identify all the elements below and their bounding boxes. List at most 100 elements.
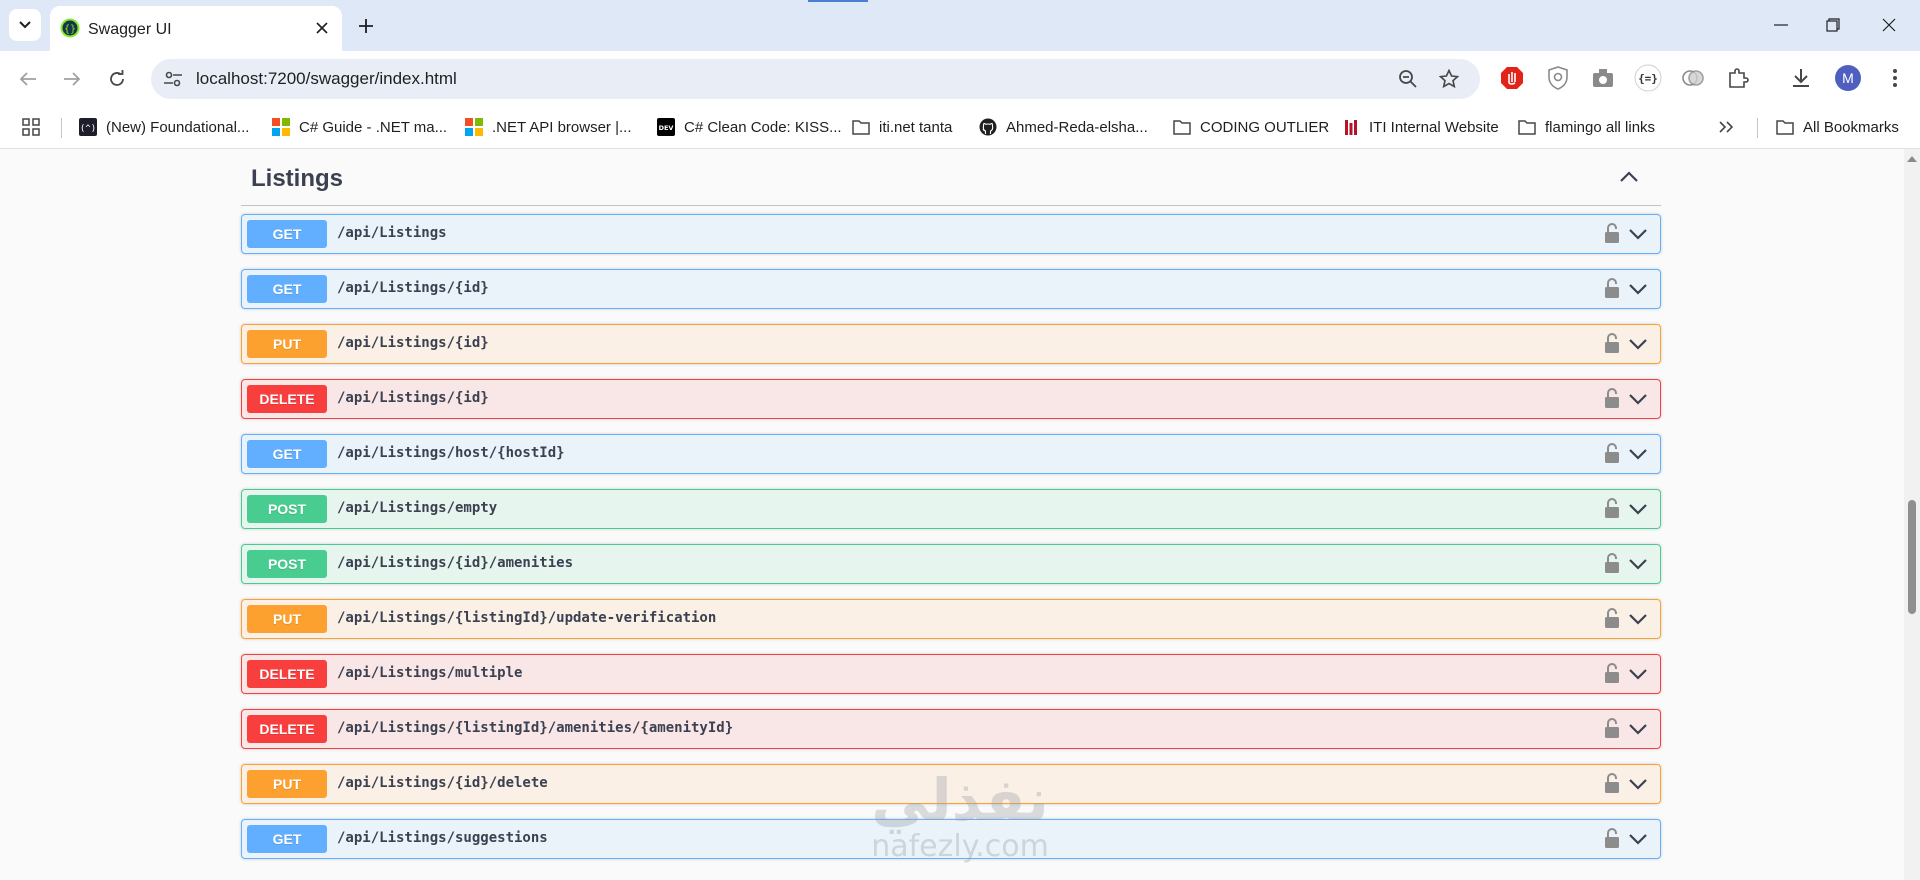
lock-icon[interactable]: [1604, 772, 1620, 794]
url-text: localhost:7200/swagger/index.html: [196, 69, 457, 88]
operation-row-get[interactable]: GET/api/Listings/host/{hostId}: [241, 434, 1661, 474]
chevron-up-icon[interactable]: [1619, 169, 1639, 183]
profile-avatar[interactable]: M: [1835, 65, 1861, 91]
forward-button[interactable]: [56, 63, 88, 95]
address-bar[interactable]: localhost:7200/swagger/index.html: [151, 59, 1480, 99]
operation-path: /api/Listings/host/{hostId}: [337, 445, 565, 461]
chevron-down-icon[interactable]: [1628, 667, 1648, 681]
extension-json-button[interactable]: {=}: [1633, 63, 1663, 93]
chevron-down-icon[interactable]: [1628, 227, 1648, 241]
lock-icon[interactable]: [1604, 717, 1620, 739]
bookmarks-overflow-button[interactable]: [1718, 116, 1734, 138]
operation-row-get[interactable]: GET/api/Listings: [241, 214, 1661, 254]
swagger-favicon-icon: {}: [60, 18, 80, 38]
operation-row-put[interactable]: PUT/api/Listings/{listingId}/update-veri…: [241, 599, 1661, 639]
github-icon: [979, 118, 997, 136]
operation-path: /api/Listings/multiple: [337, 665, 523, 681]
operation-path: /api/Listings/{id}: [337, 280, 489, 296]
bookmark-item[interactable]: .NET API browser |...: [465, 116, 632, 138]
back-button[interactable]: [12, 63, 44, 95]
bookmark-item[interactable]: (^) (New) Foundational...: [79, 116, 249, 138]
chevron-down-icon[interactable]: [1628, 612, 1648, 626]
chevron-down-icon[interactable]: [1628, 832, 1648, 846]
reload-button[interactable]: [101, 63, 133, 95]
method-badge: POST: [247, 495, 327, 523]
lock-icon[interactable]: [1604, 827, 1620, 849]
bookmark-folder[interactable]: flamingo all links: [1518, 116, 1655, 138]
bookmark-folder[interactable]: iti.net tanta: [852, 116, 952, 138]
lock-icon[interactable]: [1604, 442, 1620, 464]
chevron-down-icon[interactable]: [1628, 447, 1648, 461]
lock-icon[interactable]: [1604, 607, 1620, 629]
operation-row-put[interactable]: PUT/api/Listings/{id}: [241, 324, 1661, 364]
bookmark-item[interactable]: DEV C# Clean Code: KISS...: [657, 116, 842, 138]
operation-row-get[interactable]: GET/api/Listings/suggestions: [241, 819, 1661, 859]
lock-icon[interactable]: [1604, 332, 1620, 354]
operation-path: /api/Listings/{id}/amenities: [337, 555, 574, 571]
chevron-down-icon[interactable]: [1628, 557, 1648, 571]
operation-path: /api/Listings/empty: [337, 500, 498, 516]
chevron-down-icon[interactable]: [1628, 337, 1648, 351]
zoom-button[interactable]: [1396, 67, 1420, 91]
tune-icon: [164, 71, 182, 87]
operation-row-delete[interactable]: DELETE/api/Listings/{listingId}/amenitie…: [241, 709, 1661, 749]
close-window-button[interactable]: [1866, 8, 1912, 42]
extension-shield-button[interactable]: [1543, 63, 1573, 93]
operation-path: /api/Listings/{listingId}/update-verific…: [337, 610, 717, 626]
operation-row-post[interactable]: POST/api/Listings/empty: [241, 489, 1661, 529]
bookmark-label: (New) Foundational...: [106, 118, 250, 136]
apps-button[interactable]: [22, 116, 40, 138]
folder-icon: [1776, 118, 1794, 136]
chevron-down-icon[interactable]: [1628, 282, 1648, 296]
bookmark-folder[interactable]: CODING OUTLIER: [1173, 116, 1329, 138]
tab-search-button[interactable]: [9, 9, 41, 41]
bookmark-item[interactable]: Ahmed-Reda-elsha...: [979, 116, 1148, 138]
folder-icon: [1518, 118, 1536, 136]
site-info-button[interactable]: [161, 67, 185, 91]
section-title: Listings: [251, 165, 344, 192]
bookmark-item[interactable]: ITI Internal Website: [1342, 116, 1499, 138]
lock-icon[interactable]: [1604, 662, 1620, 684]
arrow-right-icon: [64, 72, 81, 86]
star-icon: [1439, 69, 1459, 89]
lock-icon[interactable]: [1604, 387, 1620, 409]
scrollbar-thumb[interactable]: [1908, 500, 1916, 614]
operation-row-delete[interactable]: DELETE/api/Listings/multiple: [241, 654, 1661, 694]
operation-row-post[interactable]: POST/api/Listings/{id}/amenities: [241, 544, 1661, 584]
operation-row-get[interactable]: GET/api/Listings/{id}: [241, 269, 1661, 309]
lock-icon[interactable]: [1604, 552, 1620, 574]
chevron-down-icon[interactable]: [1628, 502, 1648, 516]
extensions-menu-button[interactable]: [1723, 63, 1753, 93]
operation-row-delete[interactable]: DELETE/api/Listings/{id}: [241, 379, 1661, 419]
chevron-down-icon[interactable]: [1628, 777, 1648, 791]
chevron-down-icon[interactable]: [1628, 722, 1648, 736]
restore-button[interactable]: [1810, 8, 1856, 42]
apps-grid-icon: [22, 118, 40, 136]
extension-camera-button[interactable]: [1588, 63, 1618, 93]
browser-menu-button[interactable]: [1880, 63, 1910, 93]
restore-icon: [1826, 18, 1840, 32]
active-tab[interactable]: {} Swagger UI: [50, 6, 342, 51]
all-bookmarks-label: All Bookmarks: [1803, 118, 1899, 136]
extension-circles-button[interactable]: [1678, 63, 1708, 93]
minimize-button[interactable]: [1758, 8, 1804, 42]
operation-path: /api/Listings/{id}: [337, 335, 489, 351]
chevron-down-icon[interactable]: [1628, 392, 1648, 406]
method-badge: DELETE: [247, 660, 327, 688]
new-tab-button[interactable]: [352, 12, 380, 40]
tab-close-button[interactable]: [310, 16, 334, 40]
chevron-down-icon: [19, 21, 31, 29]
downloads-button[interactable]: [1786, 63, 1816, 93]
listings-section-header[interactable]: Listings: [241, 151, 1661, 206]
scroll-up-arrow-icon[interactable]: [1907, 156, 1917, 162]
operation-row-put[interactable]: PUT/api/Listings/{id}/delete: [241, 764, 1661, 804]
lock-icon[interactable]: [1604, 222, 1620, 244]
bookmark-item[interactable]: C# Guide - .NET ma...: [272, 116, 447, 138]
lock-icon[interactable]: [1604, 277, 1620, 299]
bookmark-star-button[interactable]: [1437, 67, 1461, 91]
extension-adblock-button[interactable]: [1497, 63, 1527, 93]
bookmark-label: iti.net tanta: [879, 118, 953, 136]
lock-icon[interactable]: [1604, 497, 1620, 519]
bookmark-label: C# Guide - .NET ma...: [299, 118, 448, 136]
all-bookmarks-button[interactable]: All Bookmarks: [1776, 116, 1899, 138]
